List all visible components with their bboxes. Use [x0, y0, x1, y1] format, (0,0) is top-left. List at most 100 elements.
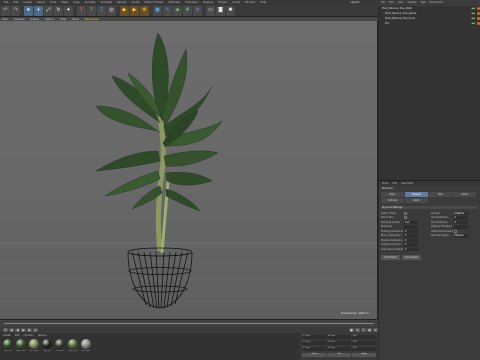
material-swatch[interactable] — [16, 339, 26, 349]
material-swatch[interactable] — [68, 339, 78, 349]
save-preset-button[interactable]: Save Preset — [401, 254, 421, 260]
material-menu-create[interactable]: Create — [3, 334, 11, 337]
material-menu-function[interactable]: Function — [24, 334, 34, 337]
object-row[interactable]: Pot ●● — [379, 21, 480, 26]
perspective-viewport[interactable]: Grid Spacing : 1000 cm — [0, 21, 378, 319]
record-icon[interactable]: ● — [349, 328, 354, 332]
attribute-field[interactable]: 0 — [404, 229, 418, 233]
camera-button[interactable]: ◙ — [216, 5, 225, 16]
timeline[interactable] — [0, 319, 378, 327]
material-swatch[interactable] — [29, 339, 39, 349]
render-picture-viewer-button[interactable]: ▶ — [130, 5, 139, 16]
menu-simulate[interactable]: Simulate — [101, 1, 112, 4]
apply-dropdown[interactable]: Apply — [352, 353, 376, 357]
tab-depth[interactable]: Depth — [405, 198, 428, 203]
z-axis-button[interactable]: Z — [97, 5, 106, 16]
attribute-checkbox[interactable] — [404, 211, 407, 215]
visibility-dots-icon[interactable]: ●● — [472, 23, 476, 25]
attribute-checkbox[interactable] — [404, 216, 407, 220]
menu-sculpt[interactable]: Sculpt — [131, 1, 139, 4]
menu-pipeline[interactable]: Pipeline — [203, 1, 213, 4]
om-menu-edit[interactable]: Edit — [389, 1, 394, 5]
size-dropdown[interactable]: Size — [327, 353, 351, 357]
live-select-button[interactable]: ➤ — [24, 5, 33, 16]
rotate-button[interactable]: ↻ — [54, 5, 63, 16]
cube-button[interactable]: ■ — [153, 5, 162, 16]
menu-help[interactable]: Help — [260, 1, 266, 4]
om-menu-file[interactable]: File — [381, 1, 385, 5]
attribute-field[interactable] — [453, 225, 468, 229]
render-view-button[interactable]: ▶ — [120, 5, 129, 16]
attribute-field[interactable] — [404, 225, 418, 229]
object-dropdown[interactable]: Object — [302, 353, 326, 357]
menu-script[interactable]: Script — [233, 1, 241, 4]
add-key-icon[interactable]: ⊕ — [373, 328, 378, 332]
menu-motion-tracker[interactable]: Motion Tracker — [144, 1, 163, 4]
attribute-field[interactable]: Physical — [453, 234, 468, 238]
coordinate-field[interactable]: Z 0 cm — [302, 347, 326, 351]
menu-character[interactable]: Character — [185, 1, 198, 4]
pen-button[interactable]: ✎ — [163, 5, 172, 16]
attribute-field[interactable]: 4 — [453, 216, 468, 220]
tab-physical[interactable]: Physical — [405, 192, 428, 197]
floor-button[interactable]: ▭ — [206, 5, 215, 16]
attribute-field[interactable]: 0 — [404, 243, 418, 247]
om-menu-bookmarks[interactable]: Bookmarks — [430, 1, 443, 5]
coordinate-field[interactable]: X 0 cm — [302, 335, 326, 339]
attribute-checkbox[interactable] — [453, 229, 457, 233]
keyframe-icon[interactable]: ⚿ — [361, 328, 366, 332]
menu-window[interactable]: Window — [245, 1, 255, 4]
x-axis-button[interactable]: X — [77, 5, 86, 16]
om-menu-objects[interactable]: Objects — [407, 1, 416, 5]
coordinate-field[interactable]: Y 0 cm — [327, 341, 351, 345]
coordinate-field[interactable]: P 0° — [352, 341, 376, 345]
autokey-icon[interactable]: ◎ — [355, 328, 360, 332]
menu-select[interactable]: Select — [37, 1, 45, 4]
layout-selector[interactable]: Layout: — [350, 1, 360, 4]
recent-tools-button[interactable]: ✦ — [64, 5, 73, 16]
render-settings-button[interactable]: ⚙ — [140, 5, 149, 16]
om-menu-view[interactable]: View — [398, 1, 404, 5]
menu-plugins[interactable]: Plugins — [218, 1, 227, 4]
menu-create[interactable]: Create — [23, 1, 32, 4]
attribute-field[interactable]: 0 — [404, 234, 418, 238]
tab-basic[interactable]: Basic — [381, 192, 404, 197]
coordinate-field[interactable]: Z 0 cm — [327, 347, 351, 351]
move-button[interactable]: ✛ — [34, 5, 43, 16]
play-icon[interactable]: ▶ — [21, 328, 26, 332]
menu-animate[interactable]: Animate — [85, 1, 96, 4]
previous-key-icon[interactable]: ◀ — [9, 328, 14, 332]
menu-snap[interactable]: Snap — [73, 1, 80, 4]
om-menu-tags[interactable]: Tags — [420, 1, 425, 5]
undo-button[interactable]: ↶ — [1, 5, 10, 16]
attribute-field[interactable]: 0 — [404, 238, 418, 242]
load-preset-button[interactable]: Load Preset — [381, 254, 400, 260]
coordinate-field[interactable]: B 0° — [352, 347, 376, 351]
physical-settings-section[interactable]: Physical Settings — [381, 206, 478, 209]
tab-textures[interactable]: Textures — [381, 198, 404, 203]
visibility-dots-icon[interactable]: ●● — [472, 13, 476, 15]
menu-edit[interactable]: Edit — [13, 1, 18, 4]
timeline-ruler[interactable] — [4, 321, 374, 324]
attribute-field[interactable]: Adaptive — [453, 211, 468, 215]
subdivision-button[interactable]: ◆ — [173, 5, 182, 16]
material-menu-edit[interactable]: Edit — [15, 334, 20, 337]
material-menu-texture[interactable]: Texture — [38, 334, 47, 337]
step-forward-icon[interactable]: ▶ — [27, 328, 32, 332]
coord-system-button[interactable]: ◎ — [107, 5, 116, 16]
material-swatch[interactable] — [42, 339, 52, 349]
go-to-start-icon[interactable]: ⏮ — [3, 328, 8, 332]
coordinate-field[interactable]: H 0° — [352, 335, 376, 339]
redo-button[interactable]: ↷ — [11, 5, 20, 16]
scale-button[interactable]: ⤢ — [44, 5, 53, 16]
menu-render[interactable]: Render — [117, 1, 126, 4]
menu-mograph[interactable]: MoGraph — [168, 1, 180, 4]
menu-mesh[interactable]: Mesh — [61, 1, 68, 4]
attribute-field[interactable]: 0 — [404, 247, 418, 251]
scheme-icon[interactable]: ▣ — [367, 328, 372, 332]
array-button[interactable]: ✚ — [183, 5, 192, 16]
material-swatch[interactable] — [55, 339, 65, 349]
material-swatch[interactable] — [3, 339, 13, 349]
menu-tools[interactable]: Tools — [50, 1, 56, 4]
attribute-field[interactable]: Low — [404, 220, 418, 224]
